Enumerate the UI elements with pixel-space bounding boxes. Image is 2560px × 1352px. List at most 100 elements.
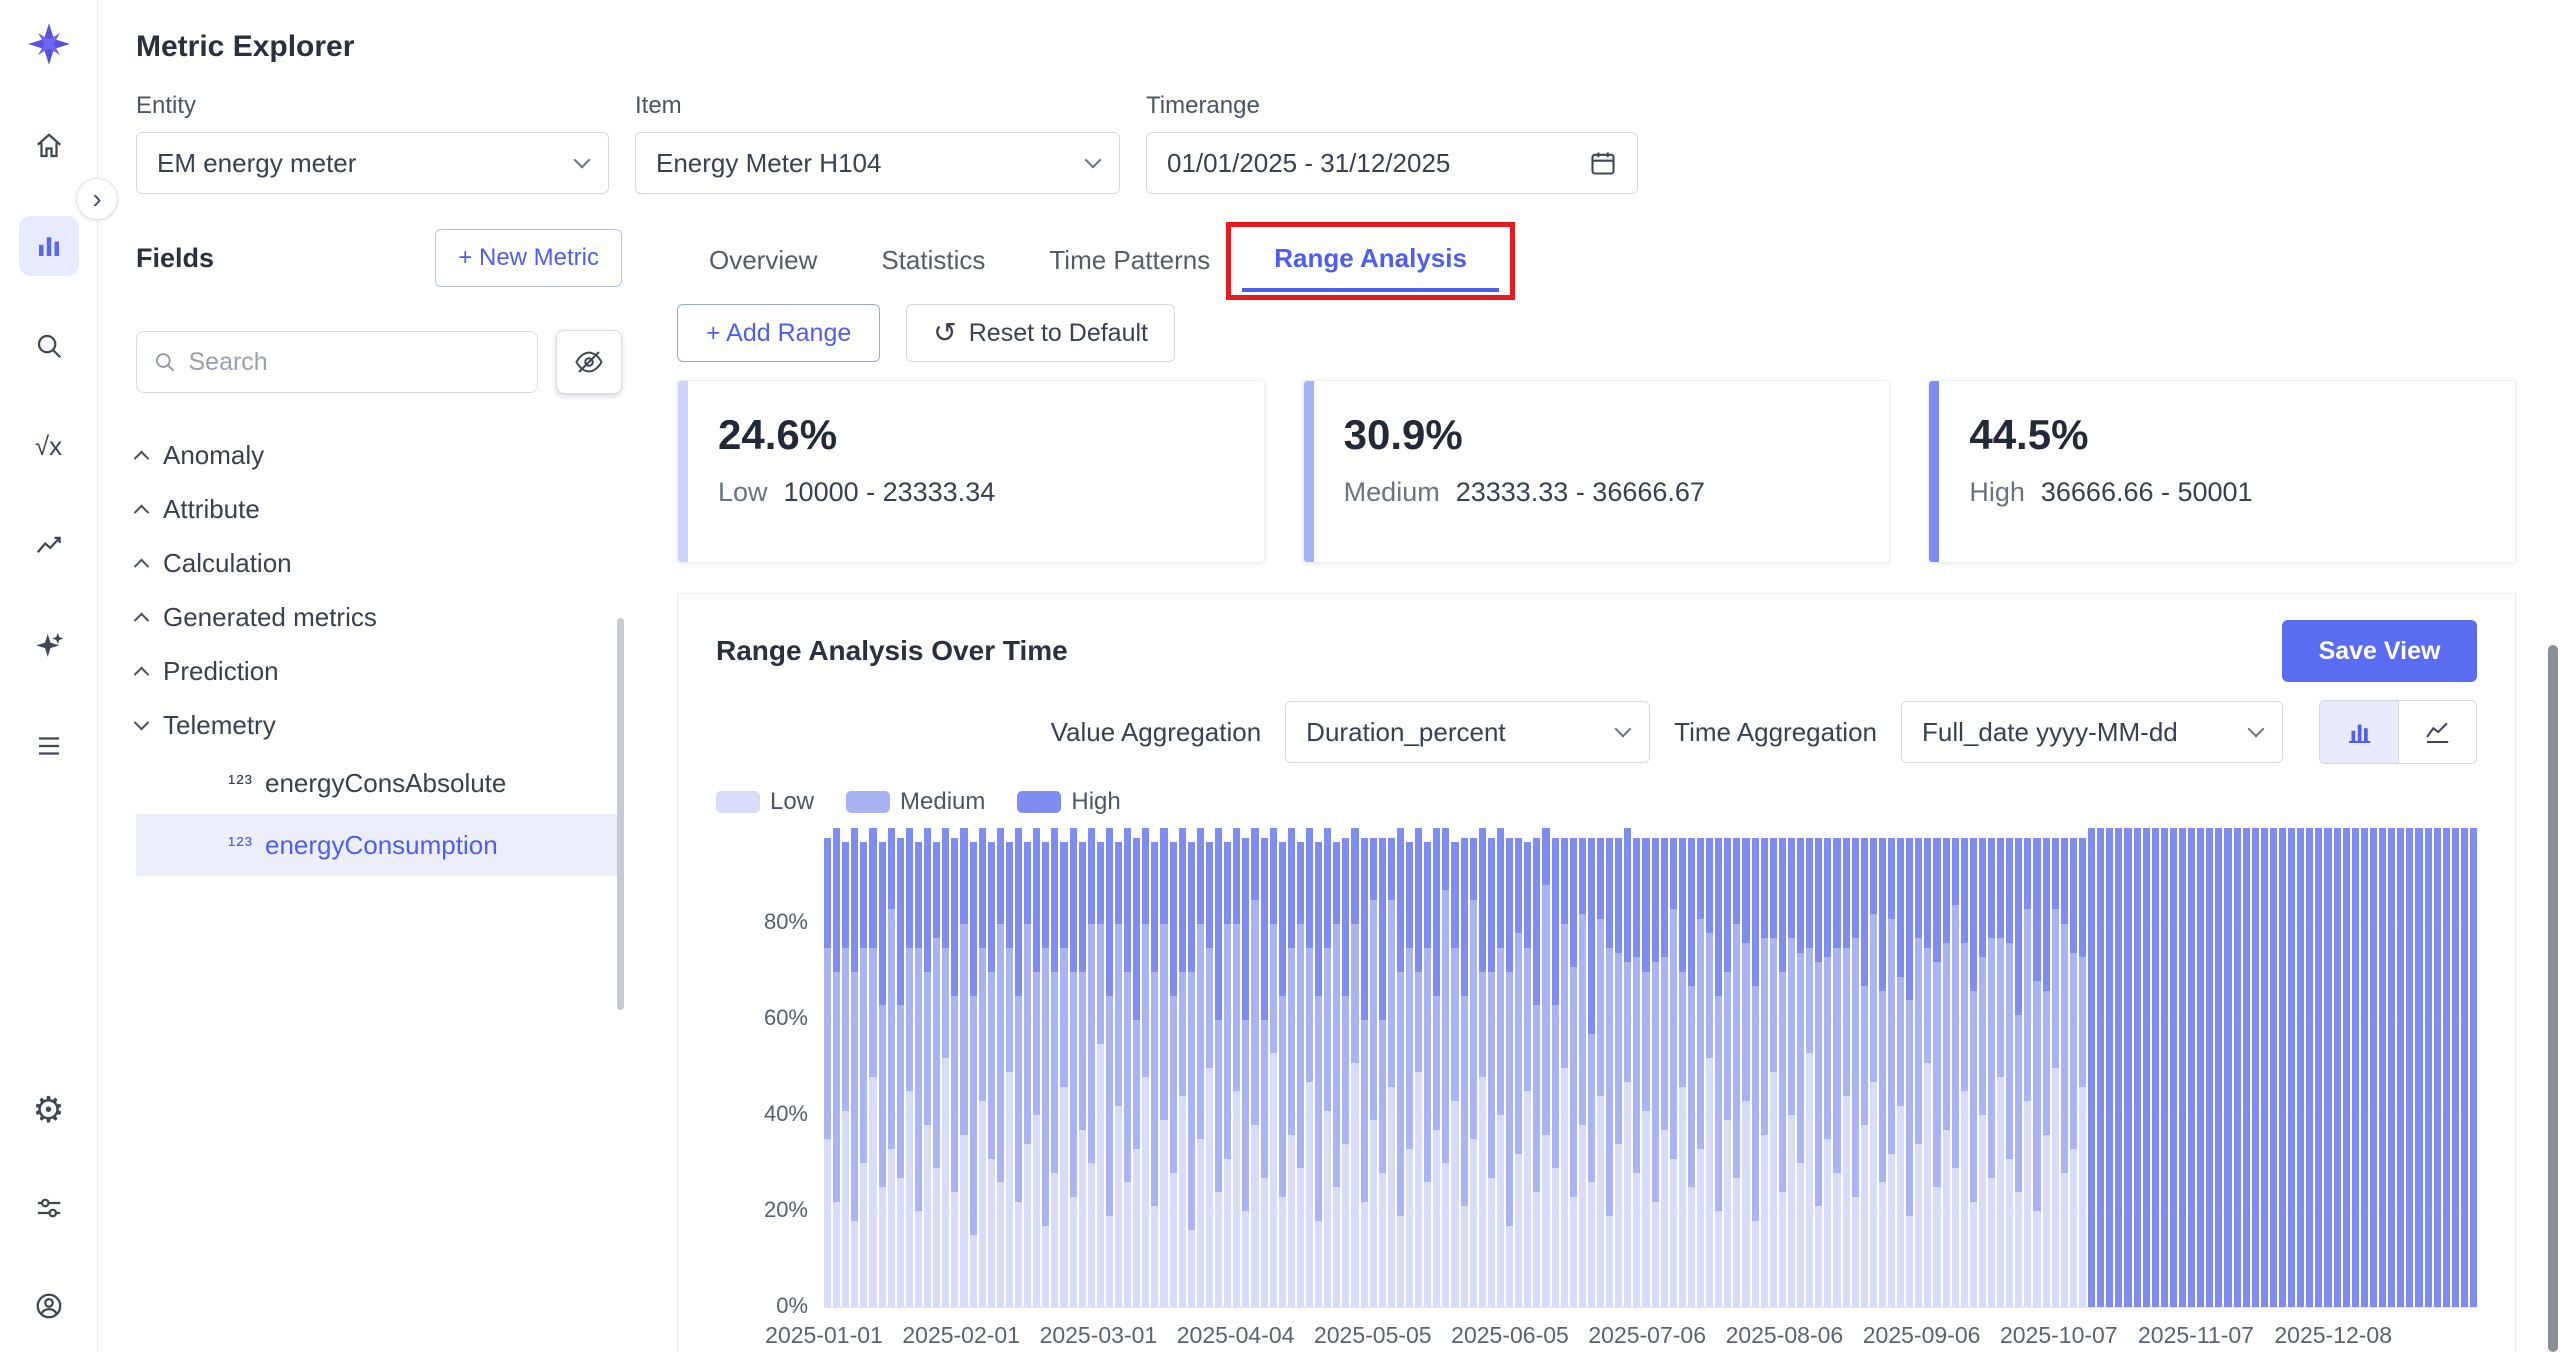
entity-select[interactable]: EM energy meter bbox=[136, 132, 609, 194]
tab-statistics[interactable]: Statistics bbox=[849, 228, 1017, 292]
chart-bar bbox=[2370, 828, 2377, 1307]
chart-bar bbox=[1497, 828, 1504, 1307]
reset-to-default-button[interactable]: ↺ Reset to Default bbox=[906, 304, 1175, 362]
nav-list-icon[interactable] bbox=[19, 716, 79, 776]
tab-range-analysis[interactable]: Range Analysis bbox=[1242, 228, 1499, 292]
range-analysis-chart: 0%20%40%60%80% 2025-01-012025-02-012025-… bbox=[716, 828, 2477, 1352]
card-accent-bar bbox=[1929, 381, 1939, 562]
nav-ai-sparkles-icon[interactable] bbox=[19, 616, 79, 676]
chart-bar bbox=[1106, 828, 1113, 1307]
chart-bar bbox=[1915, 828, 1922, 1307]
tab-time-patterns[interactable]: Time Patterns bbox=[1017, 228, 1242, 292]
chart-bar bbox=[1861, 828, 1868, 1307]
chart-bar bbox=[2243, 828, 2250, 1307]
chart-bar bbox=[1733, 828, 1740, 1307]
line-chart-toggle-button[interactable] bbox=[2398, 701, 2477, 763]
nav-home-icon[interactable] bbox=[19, 116, 79, 176]
time-aggregation-select[interactable]: Full_date yyyy-MM-dd bbox=[1901, 701, 2283, 763]
chart-bar bbox=[2061, 828, 2068, 1307]
add-range-button[interactable]: + Add Range bbox=[677, 304, 880, 362]
chart-bar bbox=[933, 828, 940, 1307]
chart-bar bbox=[1588, 828, 1595, 1307]
chevron-up-icon bbox=[134, 558, 150, 574]
tree-group-label: Calculation bbox=[163, 548, 292, 579]
chart-bar bbox=[1970, 828, 1977, 1307]
chart-bar bbox=[2261, 828, 2268, 1307]
chevron-down-icon bbox=[2248, 721, 2265, 738]
item-select[interactable]: Energy Meter H104 bbox=[635, 132, 1120, 194]
chart-bar bbox=[2288, 828, 2295, 1307]
tree-group-prediction[interactable]: Prediction bbox=[136, 644, 622, 698]
save-view-button[interactable]: Save View bbox=[2282, 620, 2477, 682]
fields-panel-scrollbar[interactable] bbox=[617, 618, 624, 1010]
card-percent: 30.9% bbox=[1344, 411, 1854, 459]
tree-group-label: Attribute bbox=[163, 494, 260, 525]
chart-bar bbox=[1897, 828, 1904, 1307]
entity-filter: Entity EM energy meter bbox=[136, 92, 609, 194]
chart-bar bbox=[1615, 828, 1622, 1307]
nav-explore-magnifier-icon[interactable] bbox=[19, 316, 79, 376]
search-input[interactable] bbox=[189, 348, 522, 377]
bar-chart-toggle-button[interactable] bbox=[2320, 701, 2398, 763]
sqrt-glyph: √x bbox=[35, 431, 62, 462]
nav-formula-sqrt-icon[interactable]: √x bbox=[19, 416, 79, 476]
user-profile-icon[interactable] bbox=[19, 1276, 79, 1336]
tree-group-generated-metrics[interactable]: Generated metrics bbox=[136, 590, 622, 644]
value-aggregation-select[interactable]: Duration_percent bbox=[1285, 701, 1650, 763]
chart-bar bbox=[1370, 828, 1377, 1307]
tree-group-calculation[interactable]: Calculation bbox=[136, 536, 622, 590]
chart-bar bbox=[2406, 828, 2413, 1307]
nav-trend-line-icon[interactable] bbox=[19, 516, 79, 576]
chart-bar bbox=[2161, 828, 2168, 1307]
x-tick-label: 2025-05-05 bbox=[1314, 1322, 1432, 1349]
eye-off-icon bbox=[574, 347, 604, 377]
chevron-down-icon bbox=[574, 152, 591, 169]
chart-bar bbox=[2461, 828, 2468, 1307]
tree-item-energyConsumption[interactable]: ¹²³ energyConsumption bbox=[136, 814, 622, 876]
chart-bar bbox=[1206, 828, 1213, 1307]
chart-bar bbox=[2234, 828, 2241, 1307]
x-tick-label: 2025-02-01 bbox=[902, 1322, 1020, 1349]
settings-gear-icon[interactable]: ⚙ bbox=[19, 1080, 79, 1140]
chart-bar bbox=[2206, 828, 2213, 1307]
chart-bar bbox=[1479, 828, 1486, 1307]
chart-bar bbox=[1679, 828, 1686, 1307]
preferences-sliders-icon[interactable] bbox=[19, 1178, 79, 1238]
chart-bar bbox=[1806, 828, 1813, 1307]
bar-chart-icon bbox=[2344, 717, 2374, 747]
timerange-input[interactable]: 01/01/2025 - 31/12/2025 bbox=[1146, 132, 1638, 194]
chart-bar bbox=[1251, 828, 1258, 1307]
card-range-values: 23333.33 - 36666.67 bbox=[1456, 477, 1705, 508]
sidebar-expand-button[interactable]: › bbox=[76, 178, 118, 220]
new-metric-button[interactable]: + New Metric bbox=[435, 229, 622, 287]
chart-bar bbox=[1424, 828, 1431, 1307]
hide-fields-eye-off-button[interactable] bbox=[556, 330, 622, 394]
chart-bar bbox=[1715, 828, 1722, 1307]
legend-swatch bbox=[1017, 791, 1061, 813]
page-title: Metric Explorer bbox=[99, 0, 2560, 64]
nav-metrics-bar-chart-icon[interactable] bbox=[19, 216, 79, 276]
chart-bar bbox=[1697, 828, 1704, 1307]
chart-bar bbox=[1933, 828, 1940, 1307]
chart-bar bbox=[851, 828, 858, 1307]
tab-overview[interactable]: Overview bbox=[677, 228, 849, 292]
chart-bar bbox=[1079, 828, 1086, 1307]
chart-bar bbox=[997, 828, 1004, 1307]
chart-bar bbox=[1133, 828, 1140, 1307]
tree-item-energyConsAbsolute[interactable]: ¹²³ energyConsAbsolute bbox=[136, 752, 622, 814]
search-box[interactable] bbox=[136, 331, 538, 393]
chart-bar bbox=[2015, 828, 2022, 1307]
chart-bar bbox=[1761, 828, 1768, 1307]
card-percent: 44.5% bbox=[1969, 411, 2479, 459]
chart-bar bbox=[1488, 828, 1495, 1307]
vertical-scrollbar[interactable] bbox=[2548, 645, 2558, 1352]
app-logo-icon[interactable] bbox=[27, 22, 71, 66]
tree-group-attribute[interactable]: Attribute bbox=[136, 482, 622, 536]
tree-group-anomaly[interactable]: Anomaly bbox=[136, 428, 622, 482]
range-card-high: 44.5% High 36666.66 - 50001 bbox=[1928, 380, 2516, 563]
value-aggregation-value: Duration_percent bbox=[1306, 717, 1505, 748]
chart-bar bbox=[2470, 828, 2477, 1307]
chart-bar bbox=[970, 828, 977, 1307]
tree-group-telemetry[interactable]: Telemetry bbox=[136, 698, 622, 752]
chart-bar bbox=[824, 828, 831, 1307]
